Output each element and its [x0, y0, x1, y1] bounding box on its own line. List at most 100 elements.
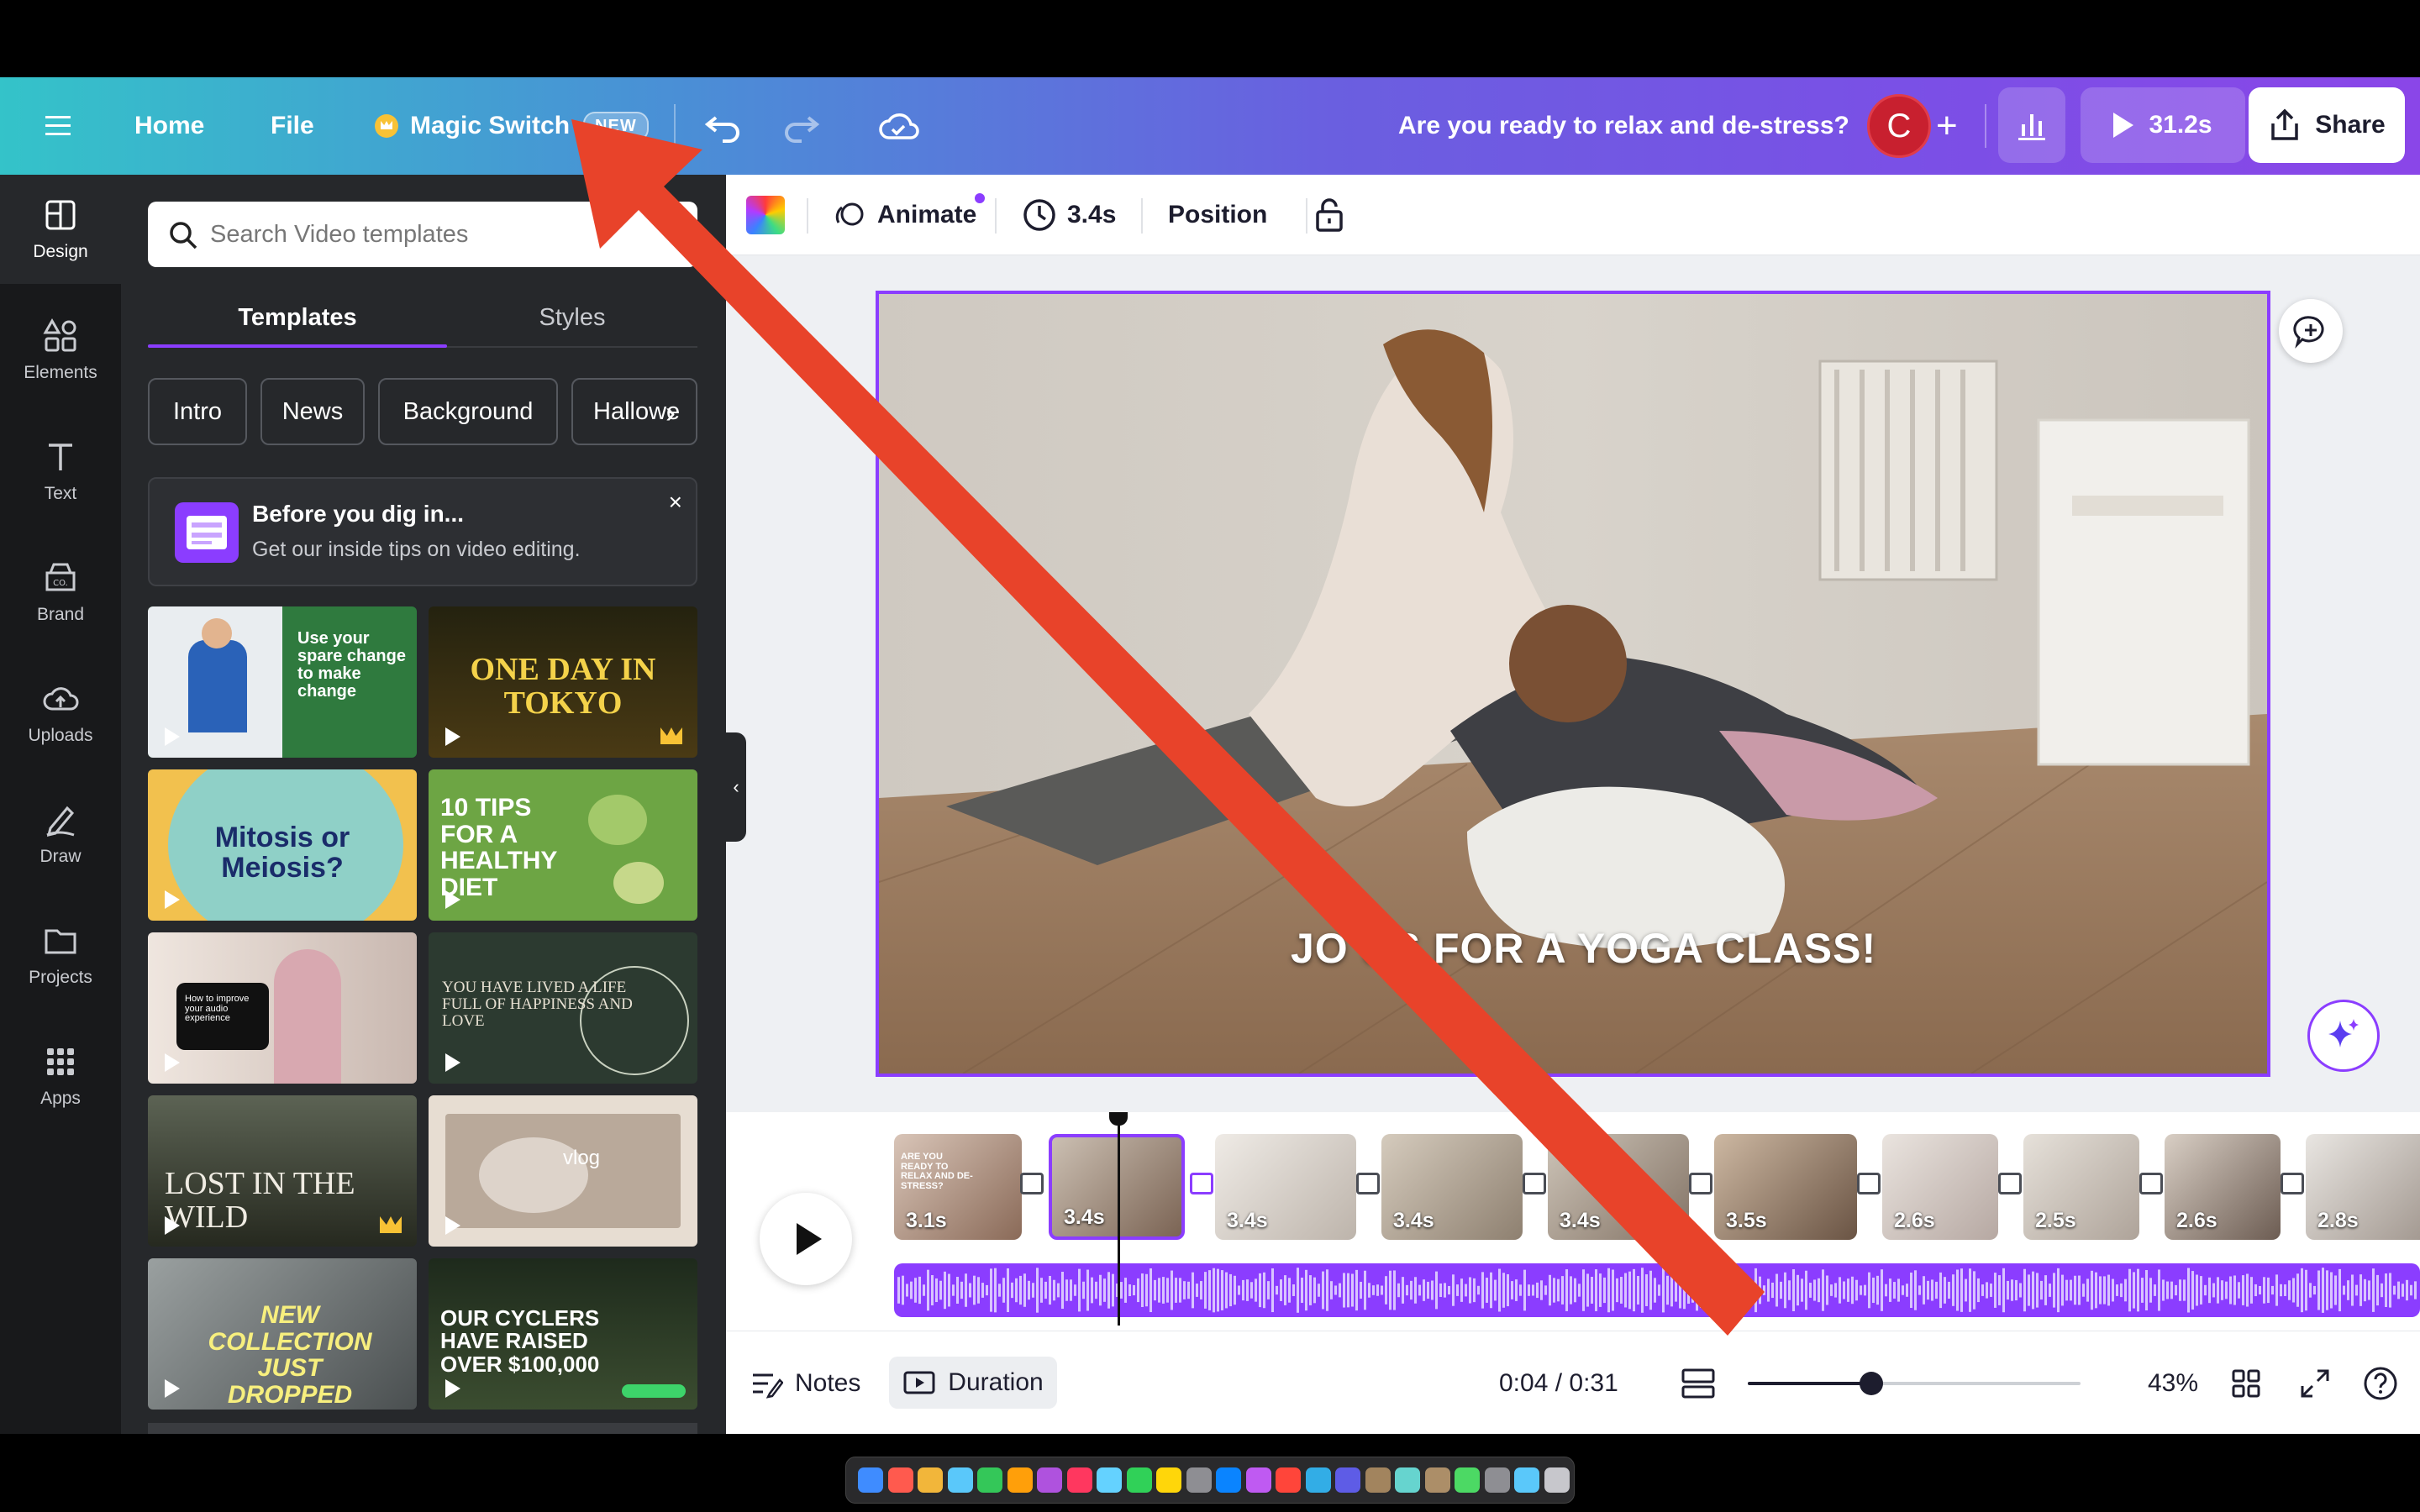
sidebar-item-apps[interactable]: Apps [0, 1021, 121, 1131]
sidebar-item-text[interactable]: Text [0, 417, 121, 526]
grid-view-icon[interactable] [2230, 1331, 2262, 1434]
dock-app-icon[interactable] [1335, 1467, 1360, 1493]
timeline-clip[interactable]: 3.4s [1548, 1134, 1689, 1240]
search-input[interactable]: Search Video templates [148, 202, 697, 267]
add-comment-button[interactable] [2279, 299, 2343, 363]
dock-app-icon[interactable] [1156, 1467, 1181, 1493]
dock-app-icon[interactable] [1276, 1467, 1301, 1493]
transition-icon[interactable] [2281, 1173, 2304, 1194]
timeline-view-icon[interactable] [1681, 1331, 1716, 1434]
timeline-clip[interactable]: 3.4s [1215, 1134, 1356, 1240]
chevron-down-icon[interactable]: ⌄ [1566, 1112, 1583, 1137]
template-thumbnail[interactable]: LOST IN THE WILD [148, 1095, 417, 1247]
duration-toggle-button[interactable]: Duration [889, 1357, 1057, 1409]
dock-app-icon[interactable] [1395, 1467, 1420, 1493]
share-button[interactable]: Share [2249, 87, 2405, 163]
timeline-play-button[interactable] [760, 1193, 852, 1285]
close-icon[interactable]: × [669, 489, 682, 516]
template-thumbnail[interactable]: YOU HAVE LIVED A LIFE FULL OF HAPPINESS … [429, 932, 697, 1084]
caption-text[interactable]: JO US FOR A YOGA CLASS! [1291, 924, 1876, 973]
dock-app-icon[interactable] [977, 1467, 1002, 1493]
audio-track[interactable] [894, 1263, 2420, 1317]
position-button[interactable]: Position [1168, 175, 1267, 255]
filter-chip-background[interactable]: Background [378, 378, 558, 445]
magic-switch-button[interactable]: Magic Switch NEW [375, 77, 649, 175]
template-thumbnail[interactable]: NEW COLLECTION JUST DROPPED [148, 1258, 417, 1410]
timeline-clip[interactable]: 2.6s [2165, 1134, 2281, 1240]
transition-icon[interactable] [1190, 1173, 1213, 1194]
dock-app-icon[interactable] [1484, 1467, 1510, 1493]
timeline-clip[interactable]: 2.5s [2023, 1134, 2139, 1240]
dock-app-icon[interactable] [1126, 1467, 1152, 1493]
dock-app-icon[interactable] [1007, 1467, 1033, 1493]
filter-chip-halloween[interactable]: Hallowe [571, 378, 697, 445]
dock-app-icon[interactable] [1365, 1467, 1391, 1493]
tips-banner[interactable]: Before you dig in... Get our inside tips… [148, 477, 697, 586]
template-thumbnail[interactable]: ONE DAY IN TOKYO [429, 606, 697, 758]
tab-templates[interactable]: Templates [148, 292, 447, 343]
dock-app-icon[interactable] [858, 1467, 883, 1493]
dock-app-icon[interactable] [1066, 1467, 1092, 1493]
filter-chip-intro[interactable]: Intro [148, 378, 247, 445]
template-thumbnail[interactable]: vlog [429, 1095, 697, 1247]
sidebar-item-elements[interactable]: Elements [0, 296, 121, 405]
notes-button[interactable]: Notes [750, 1331, 860, 1434]
dock-app-icon[interactable] [1216, 1467, 1241, 1493]
dock-app-icon[interactable] [1305, 1467, 1331, 1493]
transition-icon[interactable] [1857, 1173, 1881, 1194]
timeline-clip[interactable]: 3.5s [1714, 1134, 1857, 1240]
transition-icon[interactable] [1998, 1173, 2022, 1194]
menu-icon[interactable] [44, 77, 72, 175]
dock-app-icon[interactable] [1424, 1467, 1450, 1493]
dock-app-icon[interactable] [1186, 1467, 1212, 1493]
timeline-clip[interactable]: 2.8s [2306, 1134, 2420, 1240]
dock-app-icon[interactable] [1544, 1467, 1570, 1493]
sidebar-item-brand[interactable]: CO. Brand [0, 538, 121, 647]
transition-icon[interactable] [1020, 1173, 1044, 1194]
template-thumbnail[interactable]: Mitosis or Meiosis? [148, 769, 417, 921]
timeline-clip-selected[interactable]: 3.4s [1049, 1134, 1185, 1240]
chevron-right-icon[interactable]: › [666, 395, 676, 430]
sidebar-item-design[interactable]: Design [0, 175, 121, 284]
zoom-slider-handle[interactable] [1859, 1372, 1883, 1395]
dock-app-icon[interactable] [1037, 1467, 1062, 1493]
collapse-panel-button[interactable]: ‹ [726, 732, 746, 842]
duration-button[interactable]: 3.4s [1022, 175, 1116, 255]
timeline-clip[interactable]: ARE YOU READY TO RELAX AND DE-STRESS? 3.… [894, 1134, 1022, 1240]
animate-button[interactable]: Animate [832, 175, 986, 255]
help-icon[interactable] [2363, 1331, 2398, 1434]
transition-icon[interactable] [2139, 1173, 2163, 1194]
zoom-percentage[interactable]: 43% [2148, 1331, 2198, 1434]
template-thumbnail[interactable]: How to improve your audio experience [148, 932, 417, 1084]
analytics-button[interactable] [1998, 87, 2065, 163]
home-button[interactable]: Home [134, 77, 204, 175]
file-menu-button[interactable]: File [271, 77, 314, 175]
sidebar-item-draw[interactable]: Draw [0, 780, 121, 889]
dock-app-icon[interactable] [947, 1467, 973, 1493]
fullscreen-icon[interactable] [2299, 1331, 2331, 1434]
transition-icon[interactable] [1523, 1173, 1546, 1194]
undo-icon[interactable] [704, 77, 743, 175]
sidebar-item-projects[interactable]: Projects [0, 900, 121, 1010]
tab-styles[interactable]: Styles [447, 292, 697, 343]
transition-icon[interactable] [1689, 1173, 1712, 1194]
filter-chip-news[interactable]: News [260, 378, 365, 445]
add-collaborator-button[interactable]: + [1936, 77, 1958, 175]
timeline-clip[interactable]: 3.4s [1381, 1134, 1523, 1240]
playhead[interactable] [1118, 1112, 1120, 1326]
dock-app-icon[interactable] [1455, 1467, 1480, 1493]
dock-app-icon[interactable] [1245, 1467, 1271, 1493]
magic-assistant-button[interactable] [2307, 1000, 2380, 1072]
zoom-slider[interactable] [1748, 1372, 2081, 1395]
cloud-saved-icon[interactable] [877, 77, 919, 175]
sidebar-item-uploads[interactable]: Uploads [0, 659, 121, 768]
dock-app-icon[interactable] [918, 1467, 943, 1493]
color-swatch-button[interactable] [746, 175, 785, 255]
avatar[interactable]: C [1867, 94, 1931, 158]
dock-app-icon[interactable] [1514, 1467, 1539, 1493]
timeline-clip[interactable]: 2.6s [1882, 1134, 1998, 1240]
lock-icon[interactable] [1313, 175, 1346, 255]
design-title[interactable]: Are you ready to relax and de-stress? [1398, 77, 1849, 175]
template-thumbnail[interactable]: 10 TIPS FOR A HEALTHY DIET [429, 769, 697, 921]
dock-app-icon[interactable] [887, 1467, 913, 1493]
